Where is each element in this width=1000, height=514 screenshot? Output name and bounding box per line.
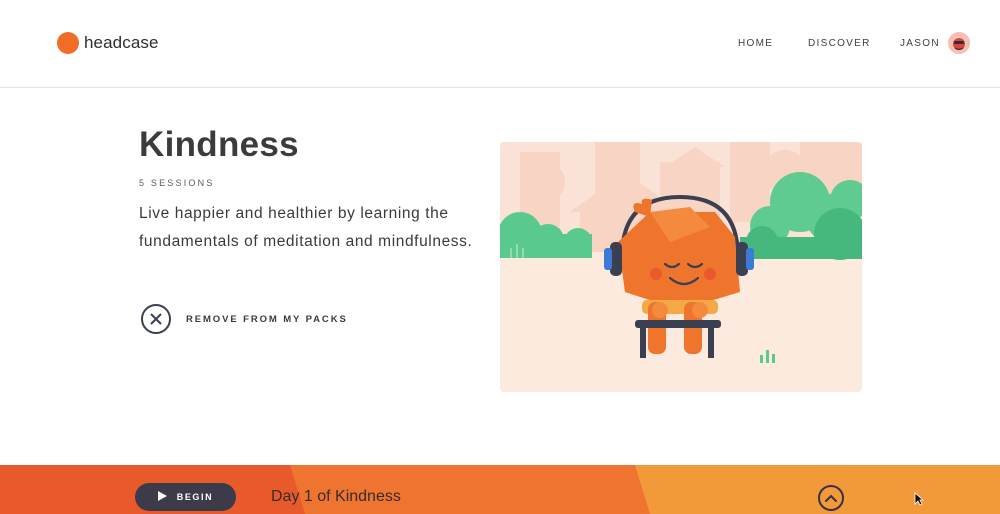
logo-dot-icon bbox=[57, 32, 79, 54]
close-icon bbox=[141, 304, 171, 334]
expand-player-button[interactable] bbox=[818, 485, 844, 511]
brand-logo[interactable]: headcase bbox=[57, 32, 159, 54]
current-session-label: Day 1 of Kindness bbox=[271, 488, 401, 505]
play-icon bbox=[157, 488, 167, 506]
chevron-up-icon bbox=[825, 489, 837, 507]
remove-label: REMOVE FROM MY PACKS bbox=[186, 313, 348, 325]
brand-name: headcase bbox=[84, 33, 159, 52]
session-player-bar: BEGIN Day 1 of Kindness bbox=[0, 465, 1000, 514]
nav-discover[interactable]: DISCOVER bbox=[808, 38, 871, 49]
begin-button[interactable]: BEGIN bbox=[135, 483, 236, 511]
top-nav: headcase HOME DISCOVER JASON bbox=[0, 0, 1000, 88]
pack-description: Live happier and healthier by learning t… bbox=[139, 205, 473, 250]
avatar-icon[interactable] bbox=[948, 32, 970, 54]
nav-user[interactable]: JASON bbox=[900, 38, 940, 49]
pack-title: Kindness bbox=[139, 125, 299, 164]
remove-from-packs-button[interactable]: REMOVE FROM MY PACKS bbox=[141, 304, 348, 334]
pack-illustration bbox=[500, 142, 862, 392]
cursor-icon bbox=[914, 492, 925, 511]
session-count: 5 SESSIONS bbox=[139, 178, 215, 188]
begin-label: BEGIN bbox=[176, 492, 214, 502]
nav-home[interactable]: HOME bbox=[738, 38, 773, 49]
